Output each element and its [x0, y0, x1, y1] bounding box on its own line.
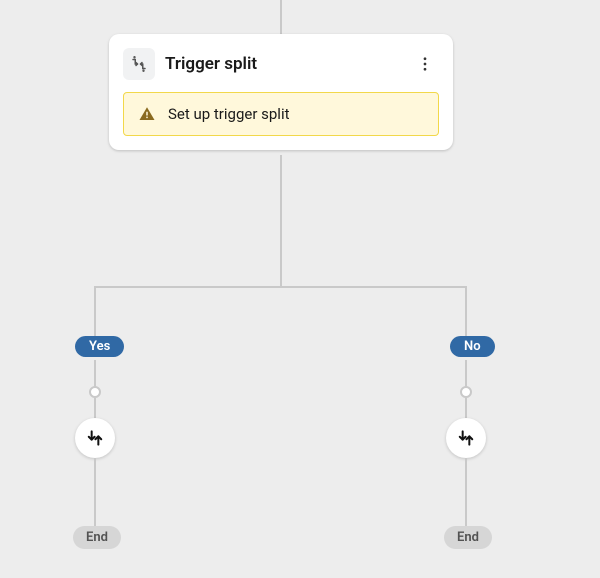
- split-arrows-icon: [85, 428, 105, 448]
- connector-line: [94, 286, 96, 336]
- connector-line: [94, 286, 467, 288]
- trigger-split-node[interactable]: Trigger split Set up trigger split: [109, 34, 453, 150]
- split-arrows-icon: [456, 428, 476, 448]
- split-icon: [123, 48, 155, 80]
- end-node: End: [73, 526, 121, 549]
- flow-canvas: Trigger split Set up trigger split Yes N…: [0, 0, 600, 578]
- card-title: Trigger split: [165, 54, 401, 74]
- branch-action-button[interactable]: [446, 418, 486, 458]
- connector-line: [94, 398, 96, 420]
- branch-action-button[interactable]: [75, 418, 115, 458]
- connector-line: [465, 458, 467, 526]
- add-step-node[interactable]: [460, 386, 472, 398]
- setup-alert[interactable]: Set up trigger split: [123, 92, 439, 136]
- connector-line: [280, 0, 282, 34]
- end-node: End: [444, 526, 492, 549]
- connector-line: [465, 360, 467, 388]
- connector-line: [94, 458, 96, 526]
- warning-icon: [138, 105, 156, 123]
- more-options-button[interactable]: [411, 50, 439, 78]
- dots-vertical-icon: [416, 55, 434, 73]
- connector-line: [465, 286, 467, 336]
- branch-label-yes: Yes: [75, 336, 124, 357]
- card-header: Trigger split: [123, 48, 439, 80]
- branch-label-no: No: [450, 336, 495, 357]
- connector-line: [280, 155, 282, 287]
- add-step-node[interactable]: [89, 386, 101, 398]
- alert-text: Set up trigger split: [168, 105, 290, 123]
- connector-line: [94, 360, 96, 388]
- connector-line: [465, 398, 467, 420]
